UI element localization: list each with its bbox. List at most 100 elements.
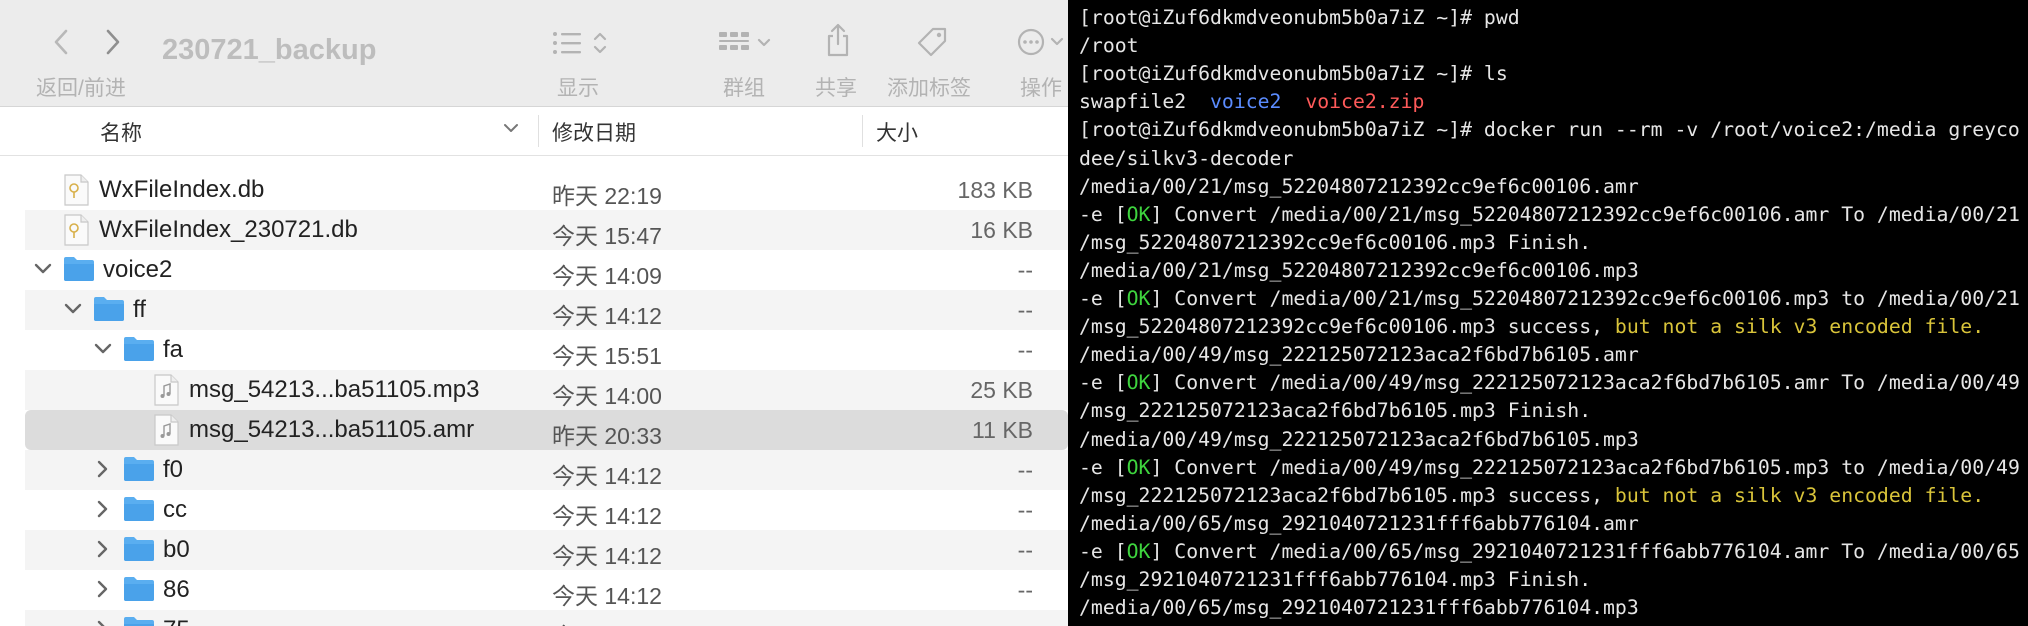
file-row[interactable]: WxFileIndex_230721.db 今天 15:47 16 KB [25,210,1068,250]
terminal-line: [root@iZuf6dkmdveonubm5b0a7iZ ~]# docker… [1079,118,2020,141]
modified-date: 昨天 20:33 [552,423,662,449]
modified-date: 今天 14:09 [552,263,662,289]
terminal-dir-text: voice2 [1210,90,1282,114]
column-divider[interactable] [862,115,863,147]
disclosure-closed-icon[interactable] [93,539,113,559]
terminal-line: /msg_222125072123aca2f6bd7b6105.mp3 succ… [1079,484,1984,507]
folder-row[interactable]: ff 今天 14:12 -- [25,290,1068,330]
tags-label: 添加标签 [887,77,971,100]
file-size: 183 KB [957,177,1033,203]
terminal-line: -e [OK] Convert /media/00/49/msg_2221250… [1079,456,2020,479]
view-button[interactable] [550,26,614,60]
terminal-line: /media/00/21/msg_52204807212392cc9ef6c00… [1079,175,1639,198]
terminal-zip-text: voice2.zip [1305,90,1425,114]
modified-date: 今天 14:12 [552,543,662,569]
terminal-text: /msg_2921040721231fff6abb776104.mp3 Fini… [1079,568,1592,591]
column-divider[interactable] [538,115,539,147]
file-name: cc [163,496,187,523]
terminal-line: /media/00/65/msg_2921040721231fff6abb776… [1079,512,1639,535]
folder-row[interactable]: f0 今天 14:12 -- [25,450,1068,490]
group-button[interactable] [716,26,780,60]
folder-row[interactable]: fa 今天 15:51 -- [25,330,1068,370]
file-size: -- [1018,617,1033,626]
file-name: msg_54213...ba51105.amr [189,416,475,443]
disclosure-closed-icon[interactable] [93,579,113,599]
terminal-text: ] Convert /media/00/49/msg_222125072123a… [1150,455,2020,479]
file-size: -- [1017,337,1033,363]
folder-row[interactable]: 75 今天 14:12 -- [25,610,1068,626]
terminal-text: -e [ [1079,539,1127,563]
terminal-ok-text: OK [1126,371,1151,395]
modified-date: 昨天 22:19 [552,183,662,209]
folder-row[interactable]: voice2 今天 14:09 -- [25,250,1068,290]
terminal-text: ] Convert /media/00/21/msg_5220480721239… [1150,287,2020,310]
file-row[interactable]: msg_54213...ba51105.amr 昨天 20:33 11 KB [25,410,1068,450]
folder-icon [123,334,155,367]
disclosure-closed-icon[interactable] [93,619,113,626]
date-column-header[interactable]: 修改日期 [552,117,636,147]
audio-file-icon [153,414,179,451]
folder-icon [63,254,95,287]
terminal-ok-text: OK [1126,202,1151,226]
file-name: 75 [163,616,190,626]
modified-date: 今天 14:12 [552,617,662,626]
name-column-header[interactable]: 名称 [100,117,142,147]
terminal-warn-text: but not a silk v3 encoded file. [1614,315,1985,339]
modified-date: 今天 15:47 [552,223,662,249]
disclosure-closed-icon[interactable] [93,459,113,479]
terminal-text: /media/00/65/msg_2921040721231fff6abb776… [1079,596,1639,620]
folder-icon [123,534,155,567]
terminal-text: /media/00/21/msg_52204807212392cc9ef6c00… [1079,258,1639,282]
terminal-text: -e [ [1079,455,1127,479]
terminal-line: /media/00/21/msg_52204807212392cc9ef6c00… [1079,259,1639,282]
modified-date: 今天 14:12 [552,583,662,609]
file-row[interactable]: WxFileIndex.db 昨天 22:19 183 KB [25,170,1068,210]
size-column-header[interactable]: 大小 [876,117,918,147]
terminal-text: /msg_52204807212392cc9ef6c00106.mp3 Fini… [1079,230,1592,254]
file-name: voice2 [103,256,173,283]
folder-row[interactable]: b0 今天 14:12 -- [25,530,1068,570]
terminal-line: /msg_52204807212392cc9ef6c00106.mp3 Fini… [1079,231,1591,254]
disclosure-closed-icon[interactable] [93,499,113,519]
tags-button[interactable] [912,22,952,62]
forward-button[interactable] [98,22,128,62]
terminal-warn-text: but not a silk v3 encoded file. [1614,483,1985,507]
modified-date: 今天 15:51 [552,343,662,369]
terminal-text: ] Convert /media/00/49/msg_222125072123a… [1150,371,2020,395]
terminal-text: dee/silkv3-decoder [1079,146,1294,170]
terminal-window[interactable]: [root@iZuf6dkmdveonubm5b0a7iZ ~]# pwd/ro… [1068,0,2028,626]
share-button[interactable] [820,20,856,60]
back-button[interactable] [46,22,76,62]
chevron-right-icon [106,29,120,55]
terminal-text: /media/00/65/msg_2921040721231fff6abb776… [1079,511,1639,535]
terminal-line: [root@iZuf6dkmdveonubm5b0a7iZ ~]# pwd [1079,6,1520,29]
sort-chevron-icon[interactable] [502,121,520,140]
action-button[interactable] [1014,24,1068,60]
terminal-line: /media/00/49/msg_222125072123aca2f6bd7b6… [1079,343,1639,366]
action-label: 操作 [1020,77,1062,100]
terminal-line: dee/silkv3-decoder [1079,147,1293,170]
finder-toolbar: 返回/前进 230721_backup 显示 群组 共享 添加标签 操作 [0,0,1068,107]
modified-date: 今天 14:12 [552,503,662,529]
file-name: f0 [163,456,184,483]
modified-date: 今天 14:00 [552,383,662,409]
disclosure-open-icon[interactable] [63,299,83,319]
terminal-text: /msg_52204807212392cc9ef6c00106.mp3 succ… [1079,315,1615,339]
file-row[interactable]: msg_54213...ba51105.mp3 今天 14:00 25 KB [25,370,1068,410]
view-label: 显示 [557,77,599,100]
modified-date: 今天 14:12 [552,303,662,329]
folder-icon [123,494,155,527]
share-label: 共享 [815,77,857,100]
database-file-icon [63,214,89,251]
terminal-text: /msg_222125072123aca2f6bd7b6105.mp3 Fini… [1079,399,1592,423]
terminal-text: [root@iZuf6dkmdveonubm5b0a7iZ ~]# docker… [1079,118,2020,142]
group-grid-icon [719,32,771,50]
disclosure-open-icon[interactable] [93,339,113,359]
column-header: 名称 修改日期 大小 [0,107,1068,156]
terminal-ok-text: OK [1126,539,1151,563]
group-label: 群组 [723,77,765,100]
disclosure-open-icon[interactable] [33,259,53,279]
folder-row[interactable]: 86 今天 14:12 -- [25,570,1068,610]
folder-row[interactable]: cc 今天 14:12 -- [25,490,1068,530]
